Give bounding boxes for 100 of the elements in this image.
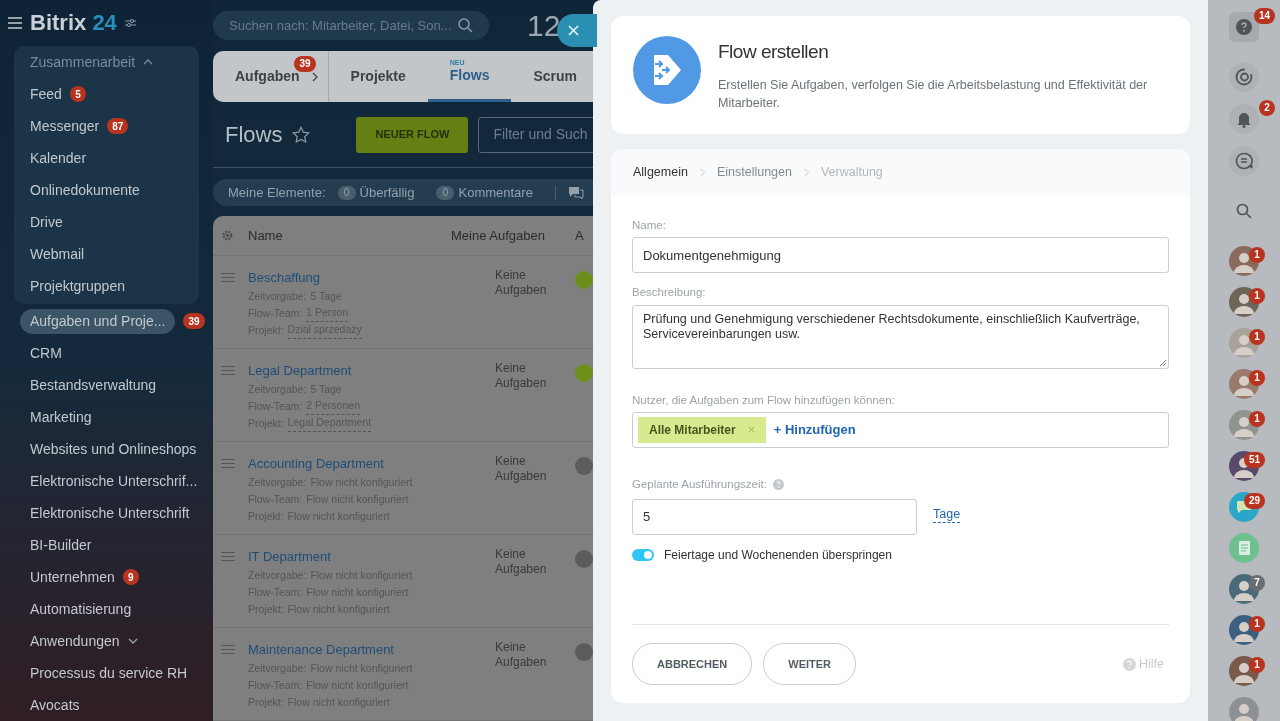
time-field[interactable]: 5 xyxy=(632,499,917,535)
sidebar-item[interactable]: Kalender xyxy=(30,147,87,169)
count-badge: 1 xyxy=(1249,369,1265,386)
count-badge: 2 xyxy=(1259,99,1275,116)
logo: Bitrix 24 xyxy=(30,12,117,34)
sidebar-item[interactable]: Webmail xyxy=(30,243,85,265)
chat-icon xyxy=(1235,152,1253,170)
bell-icon xyxy=(1236,110,1252,128)
settings-icon[interactable] xyxy=(221,229,234,242)
add-link[interactable]: + Hinzufügen xyxy=(773,420,856,440)
counter-filter[interactable]: 0 Überfällig xyxy=(337,182,415,203)
sidebar-item[interactable]: Anwendungen xyxy=(30,630,120,652)
sidebar-item[interactable]: Aufgaben und Proje... xyxy=(20,308,176,334)
count-badge: 87 xyxy=(107,118,129,134)
name-field[interactable]: Dokumentgenehmigung xyxy=(632,237,1169,274)
tab[interactable]: Scrum xyxy=(511,51,593,102)
panel-title: Flow erstellen xyxy=(718,39,830,64)
tab[interactable]: Projekte xyxy=(328,51,428,102)
resize-handle-icon[interactable] xyxy=(1159,358,1166,366)
tasks-text: Keine Aufgaben xyxy=(495,547,548,578)
next-button[interactable]: WEITER xyxy=(763,643,857,685)
count-badge: 7 xyxy=(1249,574,1265,591)
unit-link[interactable]: Tage xyxy=(933,507,961,523)
column-header[interactable]: Name xyxy=(248,225,451,246)
sidebar-item[interactable]: Unternehmen xyxy=(30,566,115,588)
star-icon[interactable] xyxy=(292,125,311,144)
chevron-icon[interactable] xyxy=(143,59,154,65)
step-tab[interactable]: Allgemein xyxy=(633,162,688,182)
sidebar-item[interactable]: Websites und Onlineshops xyxy=(30,438,197,460)
count-badge: 5 xyxy=(69,86,86,102)
chevron-icon xyxy=(699,167,705,177)
sidebar-item[interactable]: Automatisierung xyxy=(30,598,132,620)
spiral-icon xyxy=(1235,68,1253,86)
step-tab[interactable]: Einstellungen xyxy=(716,162,792,182)
sidebar-item[interactable]: Onlinedokumente xyxy=(30,179,140,201)
count-badge: 14 xyxy=(1253,7,1275,24)
group-title[interactable]: Zusammenarbeit xyxy=(30,51,136,73)
counter-filter[interactable]: 0 Kommentare xyxy=(436,182,533,203)
menu-icon[interactable] xyxy=(8,17,22,29)
toolbar-button[interactable] xyxy=(1229,62,1259,92)
chevron-icon xyxy=(803,167,809,177)
clock: 12 xyxy=(527,8,561,45)
toggle-label: Feiertage und Wochenenden überspringen xyxy=(664,547,892,564)
column-header[interactable]: A xyxy=(575,225,584,246)
toolbar-button[interactable] xyxy=(1229,146,1259,176)
sidebar-item[interactable]: Processus du service RH xyxy=(30,662,188,684)
users-field[interactable]: Alle Mitarbeiter + Hinzufügen xyxy=(632,411,1169,448)
help-icon xyxy=(1236,19,1252,35)
toolbar-button[interactable] xyxy=(1229,104,1259,134)
drag-handle-icon[interactable] xyxy=(221,459,235,468)
cancel-button[interactable]: ABBRECHEN xyxy=(632,643,753,685)
panel-description: Erstellen Sie Aufgaben, verfolgen Sie die Arbeitsbelastung und Effektivität der Mitarbeiter. xyxy=(718,77,1149,113)
flow-icon xyxy=(633,36,701,104)
sidebar-item[interactable]: Elektronische Unterschrift xyxy=(30,502,190,524)
drag-handle-icon[interactable] xyxy=(221,273,235,282)
sidebar-item[interactable]: Bestandsverwaltung xyxy=(30,374,157,396)
count-badge: 1 xyxy=(1249,328,1265,345)
count-badge: 1 xyxy=(1249,287,1265,304)
tasks-text: Keine Aufgaben xyxy=(495,454,548,485)
sidebar-item[interactable]: Messenger xyxy=(30,115,100,137)
sidebar-item[interactable]: Avocats xyxy=(30,694,80,716)
close-icon xyxy=(568,25,579,36)
tab[interactable]: Aufgaben 39 xyxy=(213,51,329,102)
search-icon xyxy=(458,18,473,34)
field-label: Beschreibung: xyxy=(632,285,707,301)
chat-icon[interactable] xyxy=(567,185,584,200)
count-badge: 1 xyxy=(1249,246,1265,263)
toolbar-button[interactable] xyxy=(1229,12,1259,42)
sidebar-item[interactable]: Feed xyxy=(30,83,62,105)
chevron-icon xyxy=(311,71,318,82)
count-badge: 39 xyxy=(183,313,205,329)
tasks-text: Keine Aufgaben xyxy=(495,361,548,392)
count-badge: 1 xyxy=(1249,656,1265,673)
count-badge: 9 xyxy=(122,569,139,585)
description-field[interactable]: Prüfung und Genehmigung verschiedener Rechtsdokumente, einschließlich Kaufverträge, Servicevereinbarungen usw. xyxy=(632,304,1169,369)
drag-handle-icon[interactable] xyxy=(221,645,235,654)
field-label: Name: xyxy=(632,218,667,233)
drag-handle-icon[interactable] xyxy=(221,366,235,375)
column-header[interactable]: Meine Aufgaben xyxy=(451,225,575,246)
sidebar-item[interactable]: Marketing xyxy=(30,406,92,428)
close-button[interactable] xyxy=(557,14,597,47)
drag-handle-icon[interactable] xyxy=(221,552,235,561)
page-title: Flows xyxy=(225,121,283,150)
search-icon xyxy=(1236,203,1252,219)
field-label: Nutzer, die Aufgaben zum Flow hinzufügen können: xyxy=(632,392,896,408)
count-badge: 1 xyxy=(1249,410,1265,427)
sidebar-item[interactable]: Projektgruppen xyxy=(30,275,125,297)
tasks-text: Keine Aufgaben xyxy=(495,640,548,671)
field-label: Geplante Ausführungszeit: xyxy=(632,476,767,492)
tasks-text: Keine Aufgaben xyxy=(495,268,548,299)
toggle-switch[interactable] xyxy=(632,549,654,561)
count-badge: 39 xyxy=(294,55,316,72)
sidebar-item[interactable]: CRM xyxy=(30,342,62,364)
help-icon xyxy=(1123,657,1136,671)
counter-label: Meine Elemente: xyxy=(228,183,326,202)
settings-icon[interactable] xyxy=(124,18,136,28)
sidebar-item[interactable]: Drive xyxy=(30,211,63,233)
sidebar-item[interactable]: BI-Builder xyxy=(30,534,92,556)
sidebar-item[interactable]: Elektronische Unterschrif... xyxy=(30,470,198,492)
user-tag[interactable]: Alle Mitarbeiter xyxy=(638,416,766,443)
